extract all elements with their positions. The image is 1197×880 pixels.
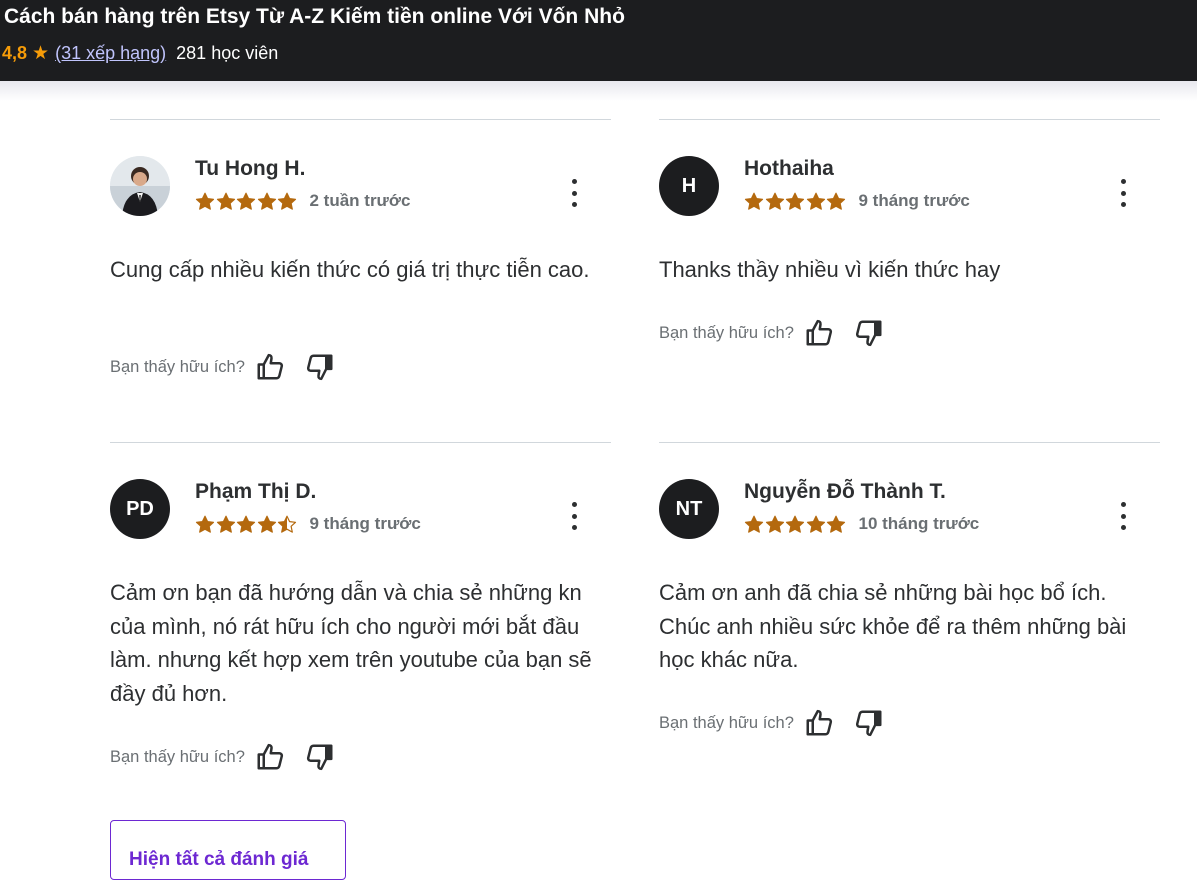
- star-icon: [257, 192, 276, 210]
- star-icon: [744, 515, 764, 533]
- star-icon: ★: [32, 43, 50, 64]
- thumbs-down-icon[interactable]: [305, 742, 335, 772]
- review-content: Cảm ơn bạn đã hướng dẫn và chia sẻ những…: [110, 580, 592, 706]
- review-content: Cảm ơn anh đã chia sẻ những bài học bổ í…: [659, 580, 1127, 672]
- rating-stars: [195, 192, 298, 210]
- rating-stars: [744, 192, 847, 210]
- avatar: PD: [110, 479, 170, 539]
- review-content: Thanks thầy nhiều vì kiến thức hay: [659, 257, 1001, 282]
- thumbs-up-icon[interactable]: [255, 352, 285, 382]
- helpful-label: Bạn thấy hữu ích?: [659, 323, 794, 342]
- divider: [110, 119, 611, 120]
- course-title: Cách bán hàng trên Etsy Từ A-Z Kiếm tiền…: [4, 5, 625, 28]
- thumbs-down-icon[interactable]: [305, 352, 335, 382]
- star-icon: [277, 192, 297, 210]
- thumbs-down-icon[interactable]: [854, 708, 884, 738]
- review-rating: 9 tháng trước: [744, 191, 970, 211]
- thumbs-up-icon[interactable]: [804, 318, 834, 348]
- course-header: Cách bán hàng trên Etsy Từ A-Z Kiếm tiền…: [0, 0, 1197, 81]
- divider: [110, 442, 611, 443]
- star-icon: [216, 192, 235, 210]
- rating-stars: [195, 515, 298, 533]
- helpful-prompt: Bạn thấy hữu ích?: [659, 708, 884, 738]
- avatar: NT: [659, 479, 719, 539]
- reviewer-name: Hothaiha: [744, 157, 834, 180]
- star-icon: [785, 192, 805, 210]
- review-time: 2 tuần trước: [309, 191, 411, 210]
- more-options-icon[interactable]: [1117, 179, 1129, 207]
- helpful-prompt: Bạn thấy hữu ích?: [110, 742, 335, 772]
- star-icon: [806, 192, 825, 210]
- reviewer-name: Phạm Thị D.: [195, 480, 317, 503]
- star-icon: [277, 515, 297, 533]
- thumbs-down-icon[interactable]: [854, 318, 884, 348]
- star-icon: [744, 192, 764, 210]
- star-icon: [195, 192, 215, 210]
- review-rating: 9 tháng trước: [195, 514, 421, 534]
- review-card: PD Phạm Thị D. 9 tháng trước Cảm ơn bạn …: [110, 442, 611, 802]
- review-card: Tu Hong H. 2 tuần trước Cung cấp nhiều k…: [110, 119, 611, 419]
- divider: [659, 442, 1160, 443]
- review-rating: 2 tuần trước: [195, 191, 410, 211]
- review-time: 9 tháng trước: [858, 191, 970, 210]
- star-icon: [236, 192, 256, 210]
- more-options-icon[interactable]: [568, 502, 580, 530]
- star-icon: [236, 515, 256, 533]
- course-rating-summary: 4,8 ★ (31 xếp hạng) 281 học viên: [2, 42, 278, 65]
- star-icon: [765, 192, 784, 210]
- thumbs-up-icon[interactable]: [804, 708, 834, 738]
- star-icon: [826, 515, 846, 533]
- divider: [659, 119, 1160, 120]
- more-options-icon[interactable]: [1117, 502, 1129, 530]
- helpful-prompt: Bạn thấy hữu ích?: [110, 352, 335, 382]
- reviewer-name: Tu Hong H.: [195, 157, 306, 180]
- more-options-icon[interactable]: [568, 179, 580, 207]
- review-card: NT Nguyễn Đỗ Thành T. 10 tháng trước Cảm…: [659, 442, 1160, 762]
- header-shadow: [0, 81, 1197, 101]
- review-rating: 10 tháng trước: [744, 514, 979, 534]
- avatar: H: [659, 156, 719, 216]
- review-time: 9 tháng trước: [309, 514, 421, 533]
- review-card: H Hothaiha 9 tháng trước Thanks thầy nhi…: [659, 119, 1160, 419]
- star-icon: [765, 515, 784, 533]
- helpful-label: Bạn thấy hữu ích?: [110, 357, 245, 376]
- thumbs-up-icon[interactable]: [255, 742, 285, 772]
- helpful-label: Bạn thấy hữu ích?: [659, 713, 794, 732]
- star-icon: [257, 515, 276, 533]
- review-time: 10 tháng trước: [858, 514, 980, 533]
- star-icon: [826, 192, 846, 210]
- ratings-count-link[interactable]: (31 xếp hạng): [55, 43, 166, 64]
- star-icon: [785, 515, 805, 533]
- rating-stars: [744, 515, 847, 533]
- star-icon: [216, 515, 235, 533]
- avatar: [110, 156, 170, 216]
- reviewer-name: Nguyễn Đỗ Thành T.: [744, 480, 946, 503]
- star-icon: [195, 515, 215, 533]
- star-icon: [806, 515, 825, 533]
- students-count: 281 học viên: [176, 43, 279, 63]
- show-all-reviews-button[interactable]: Hiện tất cả đánh giá: [110, 820, 346, 880]
- rating-value: 4,8: [2, 43, 28, 63]
- helpful-label: Bạn thấy hữu ích?: [110, 747, 245, 766]
- helpful-prompt: Bạn thấy hữu ích?: [659, 318, 884, 348]
- user-photo-icon: [110, 156, 170, 216]
- review-content: Cung cấp nhiều kiến thức có giá trị thực…: [110, 257, 590, 282]
